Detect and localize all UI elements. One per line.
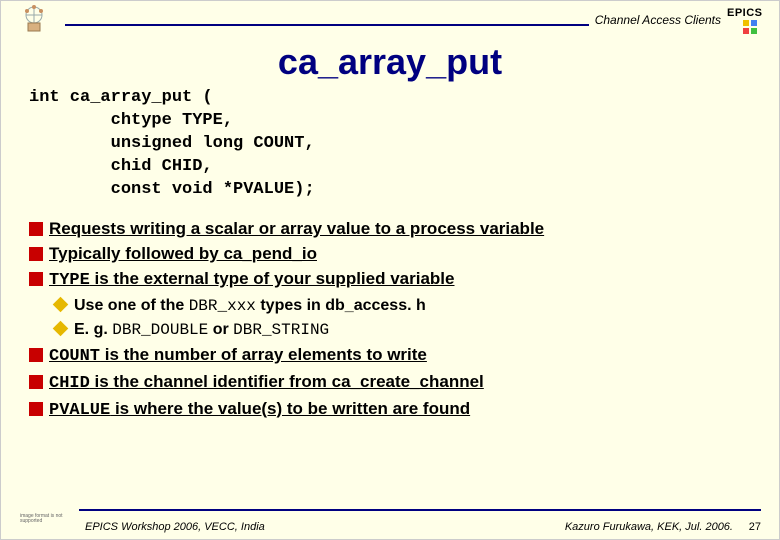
- header-divider: [65, 24, 589, 26]
- slide: Channel Access Clients EPICS ca_array_pu…: [0, 0, 780, 540]
- square-bullet-icon: [29, 375, 43, 389]
- header: Channel Access Clients EPICS: [1, 1, 779, 37]
- bullet-text: Use one of the DBR_xxx types in db_acces…: [74, 295, 426, 318]
- bullet-l1: Requests writing a scalar or array value…: [29, 218, 751, 241]
- footer-divider: [79, 509, 761, 511]
- footer-left-text: EPICS Workshop 2006, VECC, India: [85, 521, 565, 533]
- bullet-text: Typically followed by ca_pend_io: [49, 243, 317, 266]
- diamond-bullet-icon: [53, 321, 69, 337]
- emblem-icon: [9, 3, 59, 37]
- footer: image format is not supported EPICS Work…: [1, 509, 779, 533]
- epics-logo: EPICS: [727, 7, 771, 34]
- bullet-l1: PVALUE is where the value(s) to be writt…: [29, 398, 751, 423]
- code-line: chtype TYPE,: [29, 111, 233, 130]
- bullet-l1: COUNT is the number of array elements to…: [29, 344, 751, 369]
- bullet-text: Requests writing a scalar or array value…: [49, 218, 544, 241]
- bullet-text: E. g. DBR_DOUBLE or DBR_STRING: [74, 319, 329, 342]
- bullet-text: CHID is the channel identifier from ca_c…: [49, 371, 484, 396]
- code-line: const void *PVALUE);: [29, 180, 315, 199]
- bullet-l1: Typically followed by ca_pend_io: [29, 243, 751, 266]
- square-bullet-icon: [29, 247, 43, 261]
- header-breadcrumb: Channel Access Clients: [595, 13, 721, 27]
- code-line: chid CHID,: [29, 157, 213, 176]
- bullet-text: PVALUE is where the value(s) to be writt…: [49, 398, 470, 423]
- bullet-l1: CHID is the channel identifier from ca_c…: [29, 371, 751, 396]
- diamond-bullet-icon: [53, 296, 69, 312]
- epics-logo-blocks: [743, 20, 763, 34]
- code-line: int ca_array_put (: [29, 88, 213, 107]
- square-bullet-icon: [29, 222, 43, 236]
- square-bullet-icon: [29, 272, 43, 286]
- footer-image-placeholder: image format is not supported: [19, 513, 79, 533]
- bullet-text: TYPE is the external type of your suppli…: [49, 268, 454, 293]
- square-bullet-icon: [29, 348, 43, 362]
- bullet-text: COUNT is the number of array elements to…: [49, 344, 427, 369]
- bullet-l2: E. g. DBR_DOUBLE or DBR_STRING: [53, 319, 751, 342]
- epics-logo-text: EPICS: [727, 7, 771, 19]
- code-line: unsigned long COUNT,: [29, 134, 315, 153]
- footer-page-number: 27: [741, 521, 761, 533]
- bullet-list: Requests writing a scalar or array value…: [1, 202, 779, 423]
- square-bullet-icon: [29, 402, 43, 416]
- bullet-l1: TYPE is the external type of your suppli…: [29, 268, 751, 293]
- bullet-l2: Use one of the DBR_xxx types in db_acces…: [53, 295, 751, 318]
- footer-row: image format is not supported EPICS Work…: [19, 513, 761, 533]
- footer-right-text: Kazuro Furukawa, KEK, Jul. 2006.: [565, 521, 733, 533]
- code-block: int ca_array_put ( chtype TYPE, unsigned…: [1, 87, 779, 202]
- slide-title: ca_array_put: [1, 41, 779, 83]
